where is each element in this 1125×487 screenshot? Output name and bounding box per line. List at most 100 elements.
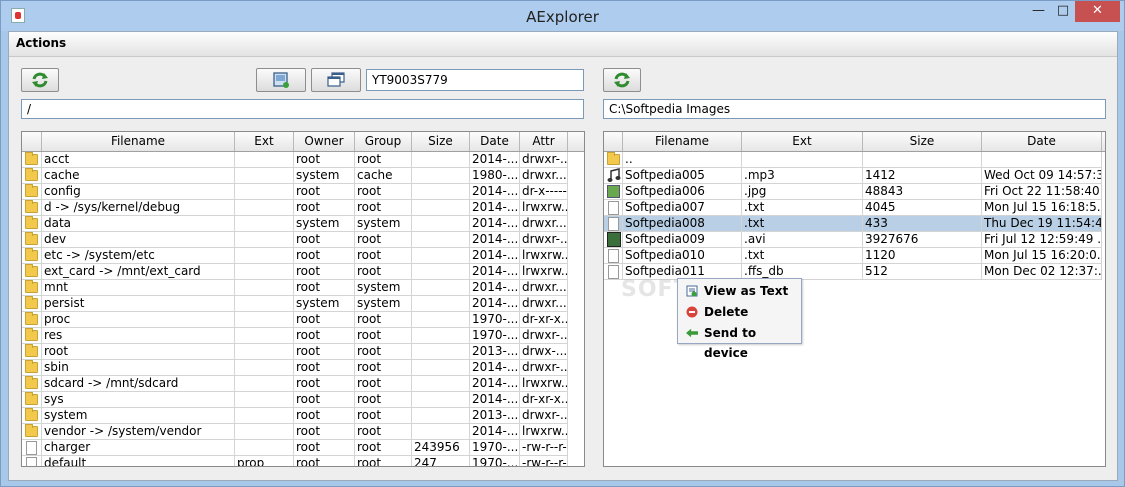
device-id-field[interactable]: YT9003S779 (366, 69, 584, 91)
table-row[interactable]: res root root 1970-... drwxr-... (22, 328, 568, 344)
text-view-icon (686, 285, 698, 297)
cell-owner: root (294, 152, 355, 168)
table-row[interactable]: persist system system 2014-... drwxr... (22, 296, 568, 312)
table-row[interactable]: acct root root 2014-... drwxr-... (22, 152, 568, 168)
column-header-attr[interactable]: Attr (520, 132, 568, 151)
cell-date: 2014-... (470, 184, 520, 200)
row-icon-cell (22, 408, 42, 424)
device-path-field[interactable]: / (21, 99, 584, 119)
table-row[interactable]: config root root 2014-... dr-x------ (22, 184, 568, 200)
column-header-ext[interactable]: Ext (742, 132, 863, 151)
cell-ext (235, 216, 294, 232)
column-header-size[interactable]: Size (412, 132, 470, 151)
cell-group: system (355, 216, 412, 232)
table-row[interactable]: Softpedia006 .jpg 48843 Fri Oct 22 11:58:40… (604, 184, 1102, 200)
cell-group: system (355, 296, 412, 312)
table-row[interactable]: root root root 2013-... drwx-... (22, 344, 568, 360)
column-header-filename[interactable]: Filename (623, 132, 742, 151)
file-icon (608, 249, 619, 263)
column-gutter[interactable] (604, 132, 623, 151)
maximize-button[interactable]: □ (1051, 1, 1075, 22)
table-row[interactable]: dev root root 2014-... drwxr-... (22, 232, 568, 248)
table-row[interactable]: sys root root 2014-... dr-xr-x... (22, 392, 568, 408)
table-row[interactable]: Softpedia010 .txt 1120 Mon Jul 15 16:20:0..… (604, 248, 1102, 264)
table-row[interactable]: Softpedia005.mp31412Wed Oct 09 14:57:3..… (604, 168, 1102, 184)
table-row[interactable]: .. (604, 152, 1102, 168)
cell-ext (235, 168, 294, 184)
context-delete[interactable]: Delete (678, 302, 801, 322)
cell-group: system (355, 280, 412, 296)
folder-icon (25, 248, 38, 261)
column-header-date[interactable]: Date (470, 132, 520, 151)
table-row[interactable]: system root root 2013-... drwxr-... (22, 408, 568, 424)
cell-owner: root (294, 344, 355, 360)
cell-size (412, 376, 470, 392)
column-gutter[interactable] (22, 132, 42, 151)
column-header-filename[interactable]: Filename (42, 132, 235, 151)
cell-date: Thu Dec 19 11:54:4... (982, 216, 1102, 232)
column-header-date[interactable]: Date (982, 132, 1102, 151)
table-row[interactable]: ext_card -> /mnt/ext_card root root 2014-..… (22, 264, 568, 280)
cell-ext (235, 184, 294, 200)
context-item-label: Send to device (704, 326, 757, 360)
cell-owner: system (294, 296, 355, 312)
cell-attr: lrwxrw... (520, 248, 568, 264)
cell-date: 2014-... (470, 216, 520, 232)
table-row[interactable]: vendor -> /system/vendor root root 2014-...… (22, 424, 568, 440)
device-screen-icon (273, 72, 289, 88)
table-row[interactable]: mnt root system 2014-... drwxr... (22, 280, 568, 296)
minimize-button[interactable]: — (1026, 1, 1051, 22)
refresh-local-button[interactable] (603, 68, 641, 92)
cell-name: vendor -> /system/vendor (42, 424, 235, 440)
folder-icon (25, 184, 38, 197)
title-bar[interactable]: AExplorer — □ ✕ (1, 1, 1124, 31)
screenshot-button[interactable] (256, 68, 306, 92)
table-row[interactable]: data system system 2014-... drwxr... (22, 216, 568, 232)
table-row[interactable]: sdcard -> /mnt/sdcard root root 2014-... lrw… (22, 376, 568, 392)
folder-icon (25, 296, 38, 309)
column-header-owner[interactable]: Owner (294, 132, 355, 151)
cell-date: Mon Jul 15 16:20:0... (982, 248, 1102, 264)
row-icon-cell (22, 312, 42, 328)
cell-group: root (355, 328, 412, 344)
new-window-button[interactable] (311, 68, 361, 92)
table-row[interactable]: Softpedia009 .avi 3927676 Fri Jul 12 12:59:… (604, 232, 1102, 248)
cell-attr: drwx-... (520, 344, 568, 360)
close-button[interactable]: ✕ (1075, 1, 1120, 22)
table-row[interactable]: d -> /sys/kernel/debug root root 2014-... lr… (22, 200, 568, 216)
table-row[interactable]: charger root root 243956 1970-... -rw-r--r-- (22, 440, 568, 456)
cell-group: root (355, 376, 412, 392)
table-row[interactable]: default prop root root 247 1970-... -rw-r--r-- (22, 456, 568, 466)
cell-owner: root (294, 360, 355, 376)
table-row[interactable]: cache system cache 1980-... drwxr... (22, 168, 568, 184)
menu-bar: Actions (9, 32, 1117, 57)
cell-name: config (42, 184, 235, 200)
row-icon-cell (604, 168, 623, 184)
cell-size (412, 216, 470, 232)
cell-ext (235, 296, 294, 312)
folder-icon (25, 424, 38, 437)
column-header-group[interactable]: Group (355, 132, 412, 151)
column-header-ext[interactable]: Ext (235, 132, 294, 151)
table-row[interactable]: Softpedia007 .txt 4045 Mon Jul 15 16:18:5..… (604, 200, 1102, 216)
column-header-size[interactable]: Size (863, 132, 982, 151)
table-row[interactable]: proc root root 1970-... dr-xr-x... (22, 312, 568, 328)
table-row[interactable]: Softpedia008 .txt 433 Thu Dec 19 11:54:4... (604, 216, 1102, 232)
cell-name: proc (42, 312, 235, 328)
refresh-device-button[interactable] (21, 68, 59, 92)
cell-size (412, 248, 470, 264)
local-path-field[interactable]: C:\Softpedia Images (603, 99, 1106, 119)
menu-actions[interactable]: Actions (16, 36, 66, 50)
table-row[interactable]: sbin root root 2014-... drwxr-... (22, 360, 568, 376)
cell-owner: root (294, 312, 355, 328)
cell-name: Softpedia008 (623, 216, 742, 232)
cell-date: 1970-... (470, 456, 520, 466)
table-row[interactable]: etc -> /system/etc root root 2014-... lrwxrw… (22, 248, 568, 264)
cell-date: 2014-... (470, 392, 520, 408)
folder-icon (25, 344, 38, 357)
row-icon-cell (22, 392, 42, 408)
context-send-to-device[interactable]: Send to device (678, 323, 801, 360)
cell-name: sdcard -> /mnt/sdcard (42, 376, 235, 392)
context-view-as-text[interactable]: View as Text (678, 281, 801, 301)
cell-date: 1970-... (470, 312, 520, 328)
